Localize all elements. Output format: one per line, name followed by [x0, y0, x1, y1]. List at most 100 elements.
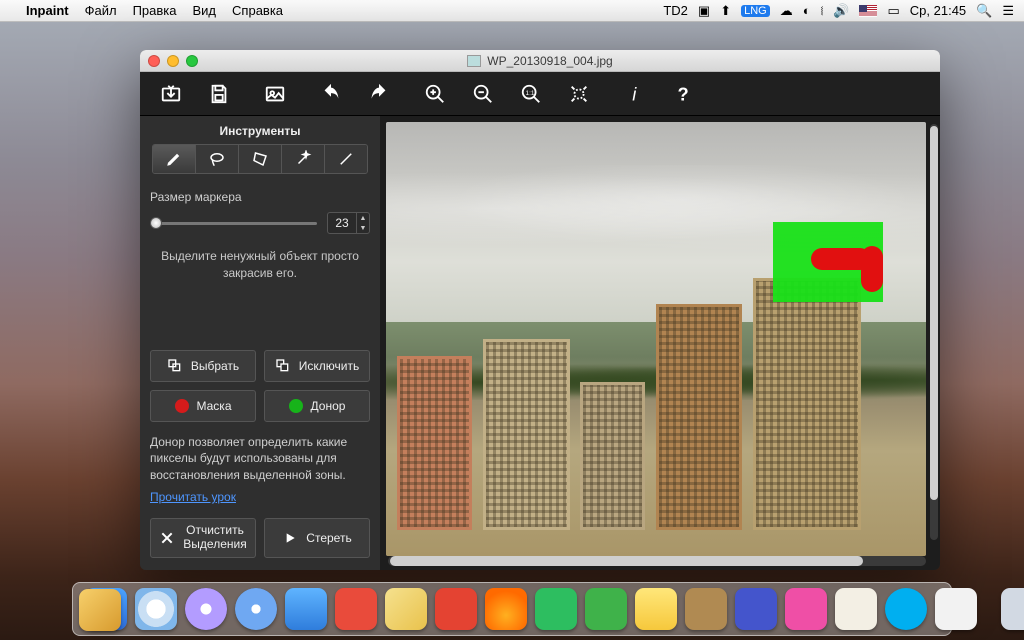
- dock-photo-icon[interactable]: [79, 589, 121, 631]
- menu-edit[interactable]: Правка: [133, 3, 177, 18]
- menubar-volume-icon[interactable]: 🔊: [833, 3, 849, 19]
- menubar-flag-icon[interactable]: ◐: [803, 3, 811, 18]
- window-zoom-button[interactable]: [186, 55, 198, 67]
- dock-safari-icon[interactable]: [135, 588, 177, 630]
- vertical-scrollbar[interactable]: [930, 124, 938, 540]
- menu-help[interactable]: Справка: [232, 3, 283, 18]
- donor-info-text: Донор позволяет определить какие пикселы…: [150, 434, 370, 484]
- donor-mode-label: Донор: [311, 399, 346, 413]
- svg-text:i: i: [632, 83, 637, 104]
- zoom-fit-button[interactable]: [566, 81, 592, 107]
- redo-button[interactable]: [366, 81, 392, 107]
- dock-flame-icon[interactable]: [485, 588, 527, 630]
- window-minimize-button[interactable]: [167, 55, 179, 67]
- help-button[interactable]: ?: [670, 81, 696, 107]
- marker-size-step-up[interactable]: ▲: [357, 213, 369, 223]
- exclude-mode-button[interactable]: Исключить: [264, 350, 370, 382]
- mask-mode-label: Маска: [197, 399, 232, 413]
- app-window: WP_20130918_004.jpg 1:1 i ? Инструменты …: [140, 50, 940, 570]
- image-canvas[interactable]: [380, 116, 940, 570]
- marker-size-slider[interactable]: [150, 222, 317, 225]
- dock-skype-icon[interactable]: [885, 588, 927, 630]
- window-titlebar[interactable]: WP_20130918_004.jpg: [140, 50, 940, 72]
- dock-maps-icon[interactable]: [385, 588, 427, 630]
- save-button[interactable]: [206, 81, 232, 107]
- export-image-button[interactable]: [262, 81, 288, 107]
- tool-lasso[interactable]: [196, 145, 239, 173]
- horizontal-scrollbar[interactable]: [388, 556, 926, 566]
- app-menu[interactable]: Inpaint: [26, 3, 69, 18]
- tool-line[interactable]: [325, 145, 367, 173]
- undo-button[interactable]: [318, 81, 344, 107]
- clear-selection-label-2: Выделения: [183, 538, 246, 552]
- marker-size-input[interactable]: [328, 216, 356, 230]
- svg-text:1:1: 1:1: [526, 89, 535, 96]
- menu-view[interactable]: Вид: [193, 3, 217, 18]
- mac-dock: [72, 582, 952, 636]
- menubar-cloud-icon[interactable]: ☁: [780, 3, 793, 19]
- zoom-out-button[interactable]: [470, 81, 496, 107]
- dock-evernote-icon[interactable]: [535, 588, 577, 630]
- open-button[interactable]: [158, 81, 184, 107]
- tool-polygon[interactable]: [239, 145, 282, 173]
- tool-marker[interactable]: [153, 145, 196, 173]
- dock-skitch-icon[interactable]: [785, 588, 827, 630]
- dock-mail-icon[interactable]: [285, 588, 327, 630]
- marker-hint-text: Выделите ненужный объект просто закрасив…: [150, 248, 370, 282]
- menubar-battery-icon[interactable]: ▭: [887, 3, 899, 19]
- window-close-button[interactable]: [148, 55, 160, 67]
- dock-torrent-icon[interactable]: [585, 588, 627, 630]
- svg-text:?: ?: [678, 83, 689, 104]
- donor-mode-button[interactable]: Донор: [264, 390, 370, 422]
- main-toolbar: 1:1 i ?: [140, 72, 940, 116]
- menubar-input-flag-icon[interactable]: [859, 5, 877, 17]
- edited-photo: [386, 122, 926, 556]
- marker-size-label: Размер маркера: [150, 190, 370, 204]
- select-mode-label: Выбрать: [191, 359, 239, 373]
- menubar-up-icon[interactable]: ⬆: [720, 3, 731, 19]
- clear-selection-label-1: Отчистить: [183, 524, 246, 538]
- exclude-mode-label: Исключить: [299, 359, 359, 373]
- menu-file[interactable]: Файл: [85, 3, 117, 18]
- dock-screen-icon[interactable]: [935, 588, 977, 630]
- dock-preview-icon[interactable]: [735, 588, 777, 630]
- erase-label: Стереть: [306, 531, 351, 545]
- exclude-icon: [275, 358, 291, 374]
- marker-size-field[interactable]: ▲ ▼: [327, 212, 370, 234]
- select-mode-button[interactable]: Выбрать: [150, 350, 256, 382]
- dock-box-icon[interactable]: [685, 588, 727, 630]
- menubar-lng-icon[interactable]: LNG: [741, 5, 770, 17]
- zoom-actual-button[interactable]: 1:1: [518, 81, 544, 107]
- dock-writer-icon[interactable]: [835, 588, 877, 630]
- tools-header: Инструменты: [150, 124, 370, 138]
- tool-selector: [152, 144, 368, 174]
- donor-color-icon: [289, 399, 303, 413]
- menubar-clock[interactable]: Ср, 21:45: [910, 3, 966, 18]
- select-icon: [167, 358, 183, 374]
- mask-mode-button[interactable]: Маска: [150, 390, 256, 422]
- dock-notes-icon[interactable]: [635, 588, 677, 630]
- dock-wunderlist-icon[interactable]: [335, 588, 377, 630]
- mask-color-icon: [175, 399, 189, 413]
- clear-selection-button[interactable]: Отчистить Выделения: [150, 518, 256, 558]
- marker-size-step-down[interactable]: ▼: [357, 223, 369, 233]
- menubar-wifi-icon[interactable]: ⧙: [821, 3, 824, 19]
- info-button[interactable]: i: [622, 81, 648, 107]
- menubar-notifications-icon[interactable]: ☰: [1002, 3, 1014, 19]
- close-icon: [159, 530, 175, 546]
- play-icon: [282, 530, 298, 546]
- menubar-display-icon[interactable]: ▣: [698, 3, 710, 19]
- zoom-in-button[interactable]: [422, 81, 448, 107]
- dock-todoist-icon[interactable]: [435, 588, 477, 630]
- mac-menubar: Inpaint Файл Правка Вид Справка TD2D2 ▣ …: [0, 0, 1024, 22]
- tools-sidebar: Инструменты Размер маркера ▲ ▼: [140, 116, 380, 570]
- erase-button[interactable]: Стереть: [264, 518, 370, 558]
- dock-display-icon[interactable]: [1001, 588, 1024, 630]
- dock-app1-icon[interactable]: [235, 588, 277, 630]
- menubar-td2-icon[interactable]: TD2D2: [663, 3, 688, 18]
- menubar-spotlight-icon[interactable]: 🔍: [976, 3, 992, 19]
- read-lesson-link[interactable]: Прочитать урок: [150, 490, 370, 504]
- window-title: WP_20130918_004.jpg: [140, 54, 940, 68]
- dock-itunes-icon[interactable]: [185, 588, 227, 630]
- tool-magic-wand[interactable]: [282, 145, 325, 173]
